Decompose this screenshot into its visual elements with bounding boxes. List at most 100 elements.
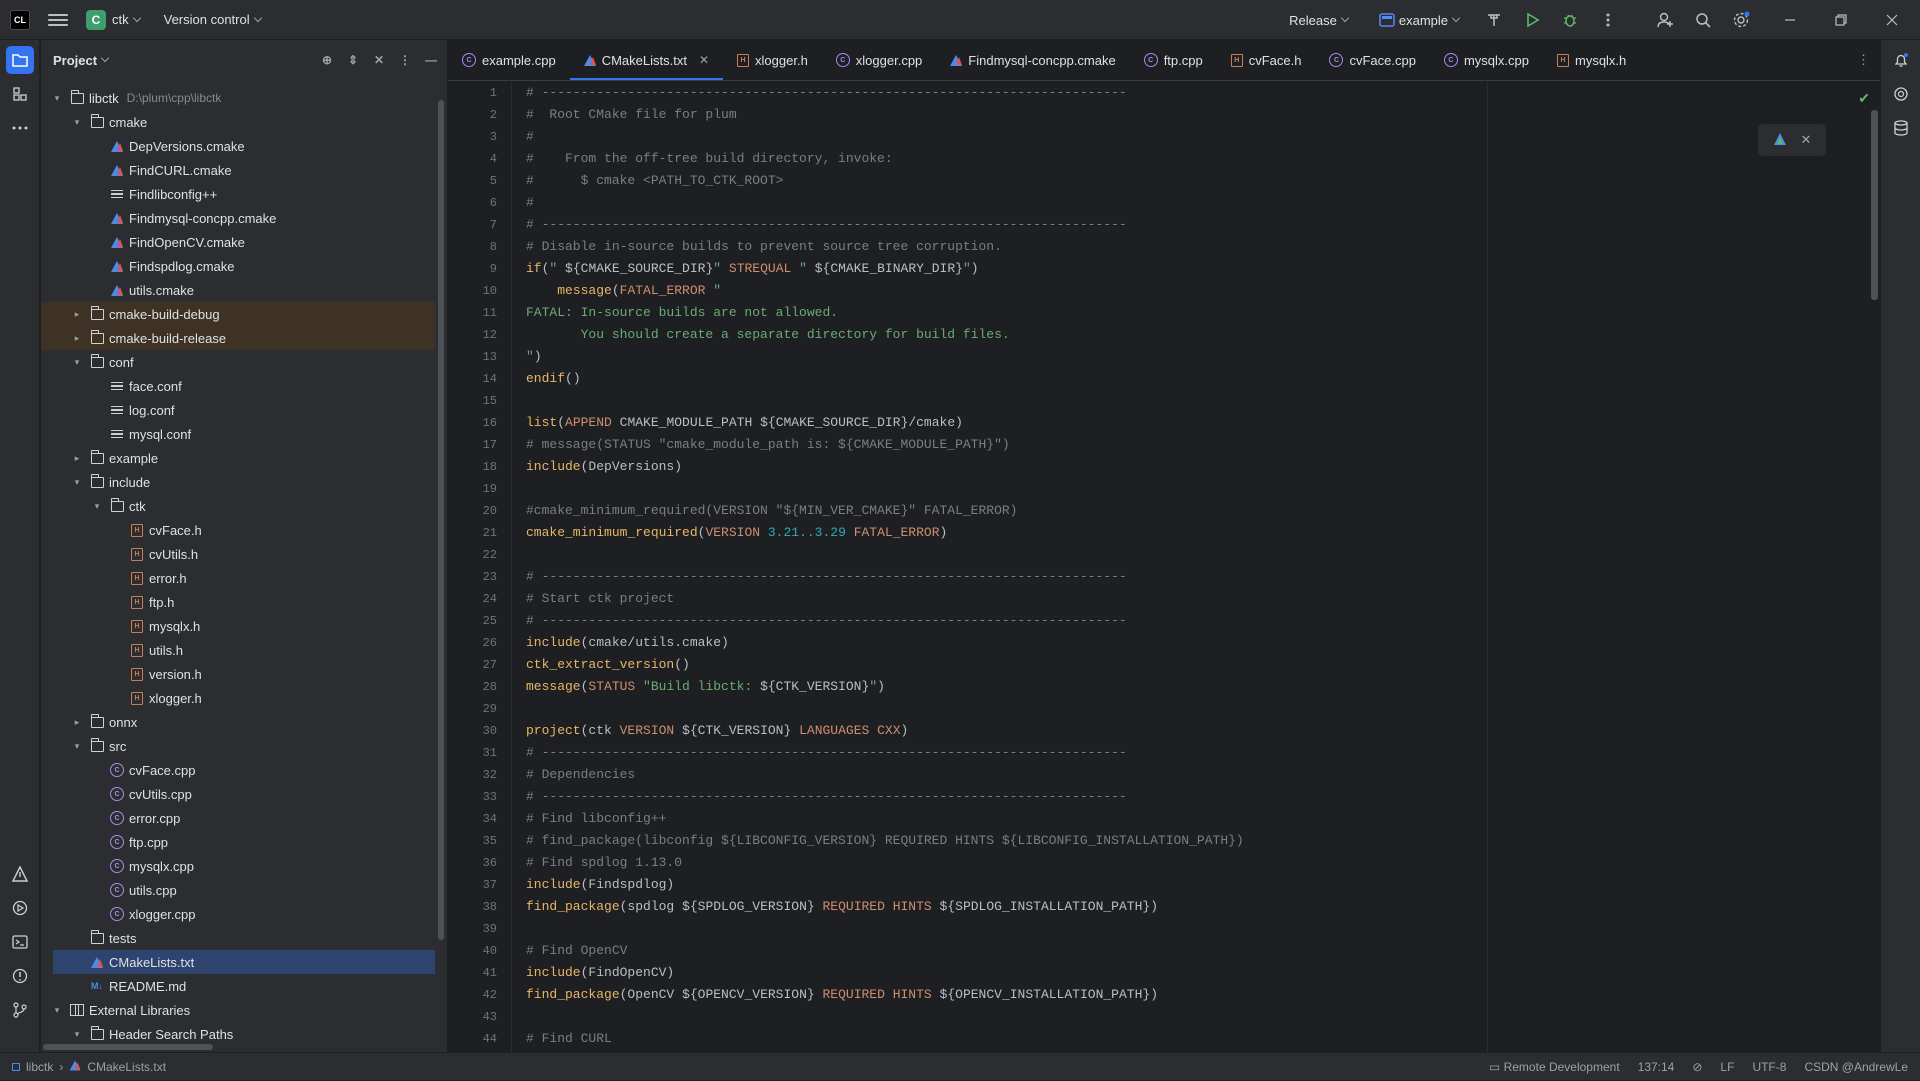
code-line[interactable]: # --------------------------------------… (526, 742, 1880, 764)
line-number[interactable]: 31 (448, 742, 511, 764)
minimize-icon[interactable] (1780, 10, 1800, 30)
tree-node[interactable]: ▾ conf (41, 350, 435, 374)
chevron-down-icon[interactable]: ▾ (71, 1029, 83, 1040)
run-target-select[interactable]: example (1399, 13, 1448, 28)
main-menu-icon[interactable] (48, 13, 68, 26)
project-panel-title[interactable]: Project (53, 53, 97, 68)
line-number[interactable]: 5 (448, 170, 511, 192)
line-number[interactable]: 9 (448, 258, 511, 280)
tree-node[interactable]: Herror.h (41, 566, 435, 590)
line-number[interactable]: 3 (448, 126, 511, 148)
tree-horizontal-scrollbar[interactable] (43, 1044, 213, 1050)
code-line[interactable]: # --------------------------------------… (526, 566, 1880, 588)
tree-node[interactable]: FindCURL.cmake (41, 158, 435, 182)
tree-node[interactable]: ▾ External Libraries (41, 998, 435, 1022)
structure-tool-icon[interactable] (6, 80, 34, 108)
code-editor[interactable]: 1 2 3 4 5 6 7 8 9 10 11 12 13 14 15 16 17 18 19 20 21 22 23 24 2… (448, 82, 1880, 1052)
tree-node[interactable]: Cftp.cpp (41, 830, 435, 854)
tree-node[interactable]: HcvFace.h (41, 518, 435, 542)
line-number[interactable]: 19 (448, 478, 511, 500)
code-line[interactable]: # $ cmake <PATH_TO_CTK_ROOT> (526, 170, 1880, 192)
line-separator[interactable]: LF (1720, 1060, 1734, 1074)
code-line[interactable]: message(FATAL_ERROR " (526, 280, 1880, 302)
code-line[interactable]: FATAL: In-source builds are not allowed. (526, 302, 1880, 324)
editor-tab[interactable]: CcvFace.cpp (1315, 40, 1429, 80)
tree-node[interactable]: ▸ example (41, 446, 435, 470)
tree-node[interactable]: FindOpenCV.cmake (41, 230, 435, 254)
ai-assistant-icon[interactable] (1887, 80, 1915, 108)
tree-node[interactable]: Findlibconfig++ (41, 182, 435, 206)
code-line[interactable]: if(" ${CMAKE_SOURCE_DIR}" STREQUAL " ${C… (526, 258, 1880, 280)
chevron-right-icon[interactable]: ▸ (71, 453, 83, 464)
code-line[interactable]: include(DepVersions) (526, 456, 1880, 478)
more-tools-icon[interactable] (6, 114, 34, 142)
line-number[interactable]: 7 (448, 214, 511, 236)
tree-node[interactable]: Hutils.h (41, 638, 435, 662)
line-number[interactable]: 30 (448, 720, 511, 742)
project-tool-icon[interactable] (5, 46, 34, 74)
code-line[interactable]: include(cmake/utils.cmake) (526, 632, 1880, 654)
line-number[interactable]: 25 (448, 610, 511, 632)
line-number[interactable]: 20 (448, 500, 511, 522)
editor-tab[interactable]: Hxlogger.h (723, 40, 822, 80)
tree-scrollbar[interactable] (438, 100, 444, 940)
chevron-down-icon[interactable]: ▾ (51, 1005, 63, 1016)
project-switcher[interactable]: ctk (112, 12, 129, 27)
restore-icon[interactable] (1831, 10, 1851, 30)
search-icon[interactable] (1693, 10, 1713, 30)
code-line[interactable]: # Start ctk project (526, 588, 1880, 610)
tree-node[interactable]: Cxlogger.cpp (41, 902, 435, 926)
file-encoding[interactable]: UTF-8 (1752, 1060, 1786, 1074)
code-line[interactable]: # --------------------------------------… (526, 82, 1880, 104)
line-number[interactable]: 43 (448, 1006, 511, 1028)
tree-node[interactable]: ▸ cmake-build-release (41, 326, 435, 350)
code-line[interactable] (526, 918, 1880, 940)
run-icon[interactable] (1522, 10, 1542, 30)
chevron-down-icon[interactable]: ▾ (91, 501, 103, 512)
close-tab-icon[interactable]: ✕ (699, 53, 709, 67)
code-line[interactable]: include(FindOpenCV) (526, 962, 1880, 984)
code-line[interactable]: # message(STATUS "cmake_module_path is: … (526, 434, 1880, 456)
line-number[interactable]: 39 (448, 918, 511, 940)
collapse-all-icon[interactable]: ✕ (371, 52, 387, 68)
locate-file-icon[interactable]: ⊕ (319, 52, 335, 68)
build-config-select[interactable]: Release (1289, 13, 1337, 28)
chevron-down-icon[interactable]: ▾ (71, 357, 83, 368)
line-number[interactable]: 4 (448, 148, 511, 170)
chevron-down-icon[interactable]: ▾ (71, 741, 83, 752)
code-line[interactable]: cmake_minimum_required(VERSION 3.21..3.2… (526, 522, 1880, 544)
cmake-reload-icon[interactable] (1773, 132, 1787, 149)
tree-node[interactable]: Cerror.cpp (41, 806, 435, 830)
tree-node[interactable]: log.conf (41, 398, 435, 422)
problems-tool-icon[interactable] (6, 962, 34, 990)
tree-node[interactable]: Findspdlog.cmake (41, 254, 435, 278)
tree-node[interactable]: mysql.conf (41, 422, 435, 446)
line-number[interactable]: 8 (448, 236, 511, 258)
hide-panel-icon[interactable]: — (423, 52, 439, 68)
code-line[interactable]: find_package(spdlog ${SPDLOG_VERSION} RE… (526, 896, 1880, 918)
tree-node[interactable]: ▾ ctk (41, 494, 435, 518)
line-number[interactable]: 34 (448, 808, 511, 830)
code-line[interactable]: endif() (526, 368, 1880, 390)
tree-node[interactable]: M↓ README.md (41, 974, 435, 998)
tree-node[interactable]: Cmysqlx.cpp (41, 854, 435, 878)
remote-dev-widget[interactable]: ▭ Remote Development (1489, 1060, 1620, 1074)
line-number[interactable]: 6 (448, 192, 511, 214)
code-line[interactable] (526, 698, 1880, 720)
tree-node[interactable]: CcvFace.cpp (41, 758, 435, 782)
editor-tab[interactable]: Cftp.cpp (1130, 40, 1217, 80)
line-number[interactable]: 11 (448, 302, 511, 324)
line-number[interactable]: 17 (448, 434, 511, 456)
line-number[interactable]: 23 (448, 566, 511, 588)
settings-gear-icon[interactable] (1731, 10, 1751, 30)
code-line[interactable]: # --------------------------------------… (526, 786, 1880, 808)
tree-node[interactable]: tests (41, 926, 435, 950)
expand-all-icon[interactable]: ⇕ (345, 52, 361, 68)
line-number[interactable]: 33 (448, 786, 511, 808)
editor-tab[interactable]: CMakeLists.txt ✕ (569, 40, 724, 80)
code-line[interactable]: # (526, 192, 1880, 214)
services-tool-icon[interactable] (6, 894, 34, 922)
code-area[interactable]: # --------------------------------------… (526, 82, 1880, 1052)
line-number[interactable]: 18 (448, 456, 511, 478)
code-line[interactable]: # --------------------------------------… (526, 214, 1880, 236)
